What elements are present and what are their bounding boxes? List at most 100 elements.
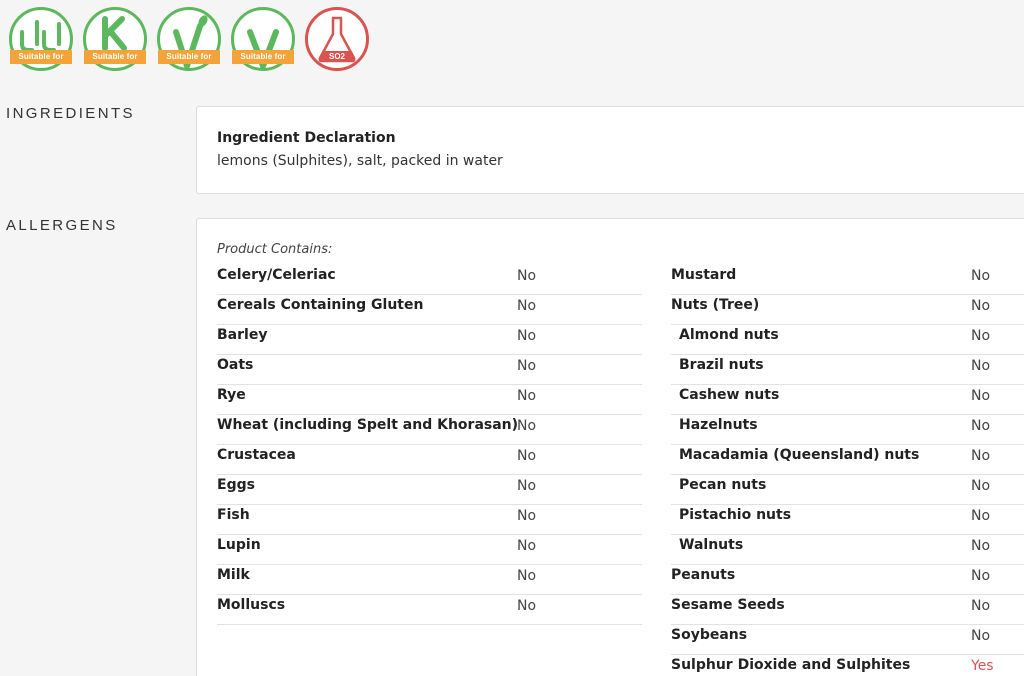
so2-label: SO2 <box>329 52 346 61</box>
ingredient-declaration-text: lemons (Sulphites), salt, packed in wate… <box>217 153 503 169</box>
allergen-row: Pistachio nuts No <box>671 505 1024 535</box>
dietary-badges: Suitable for Suitable for Suitable for S… <box>8 6 370 72</box>
badge-ribbon: Suitable for <box>158 50 220 64</box>
allergen-value: No <box>971 598 991 614</box>
kosher-badge: Suitable for <box>82 6 148 72</box>
halal-badge: Suitable for <box>8 6 74 72</box>
allergen-row: Soybeans No <box>671 625 1024 655</box>
allergen-row: Walnuts No <box>671 535 1024 565</box>
allergen-name: Celery/Celeriac <box>217 267 336 283</box>
badge-ribbon: Suitable for <box>10 50 72 64</box>
allergen-name: Fish <box>217 507 250 523</box>
allergen-name: Pistachio nuts <box>679 507 792 523</box>
allergen-name: Barley <box>217 327 268 343</box>
allergen-value: No <box>517 268 537 284</box>
allergen-name: Pecan nuts <box>679 477 767 493</box>
allergen-value: No <box>971 388 991 404</box>
allergen-row: Peanuts No <box>671 565 1024 595</box>
allergen-row: Crustacea No <box>217 445 642 475</box>
product-contains-label: Product Contains: <box>217 242 333 257</box>
allergen-value: No <box>517 388 537 404</box>
allergen-value: No <box>971 508 991 524</box>
allergen-row: Oats No <box>217 355 642 385</box>
allergen-value: No <box>971 478 991 494</box>
allergen-value: No <box>971 628 991 644</box>
allergen-value: No <box>971 418 991 434</box>
sulphites-icon: SO2 <box>305 7 369 71</box>
allergen-row: Rye No <box>217 385 642 415</box>
allergen-list-right: Mustard No Nuts (Tree) No Almond nuts No Br… <box>671 265 1024 676</box>
allergen-name: Hazelnuts <box>679 417 758 433</box>
allergen-name: Molluscs <box>217 597 286 613</box>
allergen-name: Walnuts <box>679 537 744 553</box>
allergen-name: Brazil nuts <box>679 357 764 373</box>
allergen-row: Cereals Containing Gluten No <box>217 295 642 325</box>
allergen-row: Brazil nuts No <box>671 355 1024 385</box>
allergen-list-left: Celery/Celeriac No Cereals Containing Glu… <box>217 265 642 625</box>
allergen-row: Macadamia (Queensland) nuts No <box>671 445 1024 475</box>
allergen-row: Sulphur Dioxide and Sulphites Yes <box>671 655 1024 676</box>
allergen-name: Almond nuts <box>679 327 779 343</box>
allergen-value: No <box>517 298 537 314</box>
allergen-row: Molluscs No <box>217 595 642 625</box>
allergen-value: No <box>517 538 537 554</box>
allergen-row: Barley No <box>217 325 642 355</box>
ingredient-declaration-title: Ingredient Declaration <box>217 130 396 146</box>
allergen-name: Nuts (Tree) <box>671 297 760 313</box>
allergen-value: No <box>517 508 537 524</box>
allergen-row: Cashew nuts No <box>671 385 1024 415</box>
vegan-badge: Suitable for <box>230 6 296 72</box>
allergen-value: No <box>517 448 537 464</box>
allergen-value: No <box>517 568 537 584</box>
allergen-value: No <box>971 538 991 554</box>
allergen-row: Pecan nuts No <box>671 475 1024 505</box>
allergen-name: Cashew nuts <box>679 387 780 403</box>
allergen-name: Wheat (including Spelt and Khorasan) <box>217 417 519 433</box>
allergen-name: Oats <box>217 357 254 373</box>
allergen-name: Rye <box>217 387 246 403</box>
badge-ribbon: Suitable for <box>84 50 146 64</box>
allergens-heading: ALLERGENS <box>6 217 118 234</box>
badge-ribbon: Suitable for <box>232 50 294 64</box>
allergen-row: Sesame Seeds No <box>671 595 1024 625</box>
allergen-value: No <box>971 268 991 284</box>
allergen-value: Yes <box>971 658 994 674</box>
allergen-row: Celery/Celeriac No <box>217 265 642 295</box>
allergen-value: No <box>971 298 991 314</box>
allergen-value: No <box>971 328 991 344</box>
allergen-row: Almond nuts No <box>671 325 1024 355</box>
allergen-name: Lupin <box>217 537 261 553</box>
allergen-name: Mustard <box>671 267 737 283</box>
allergen-name: Milk <box>217 567 250 583</box>
allergen-value: No <box>971 568 991 584</box>
sulphites-badge: SO2 <box>304 6 370 72</box>
allergen-value: No <box>517 418 537 434</box>
allergen-name: Eggs <box>217 477 255 493</box>
allergen-name: Peanuts <box>671 567 736 583</box>
allergen-row: Lupin No <box>217 535 642 565</box>
allergen-row: Eggs No <box>217 475 642 505</box>
allergen-value: No <box>971 448 991 464</box>
allergen-value: No <box>517 328 537 344</box>
allergen-value: No <box>971 358 991 374</box>
product-info-page: Suitable for Suitable for Suitable for S… <box>0 0 1024 676</box>
allergen-row: Mustard No <box>671 265 1024 295</box>
allergen-value: No <box>517 358 537 374</box>
allergen-row: Milk No <box>217 565 642 595</box>
allergen-row: Hazelnuts No <box>671 415 1024 445</box>
ingredients-heading: INGREDIENTS <box>6 105 135 122</box>
allergen-row: Fish No <box>217 505 642 535</box>
allergen-name: Cereals Containing Gluten <box>217 297 424 313</box>
allergen-name: Macadamia (Queensland) nuts <box>679 447 920 463</box>
allergen-name: Soybeans <box>671 627 748 643</box>
allergen-name: Sulphur Dioxide and Sulphites <box>671 657 911 673</box>
allergens-card: Product Contains: Celery/Celeriac No Cere… <box>196 218 1024 676</box>
allergen-row: Nuts (Tree) No <box>671 295 1024 325</box>
allergen-name: Sesame Seeds <box>671 597 785 613</box>
vegetarian-badge: Suitable for <box>156 6 222 72</box>
ingredients-card: Ingredient Declaration lemons (Sulphites… <box>196 106 1024 194</box>
allergen-name: Crustacea <box>217 447 296 463</box>
allergen-value: No <box>517 598 537 614</box>
allergen-value: No <box>517 478 537 494</box>
allergen-row: Wheat (including Spelt and Khorasan) No <box>217 415 642 445</box>
